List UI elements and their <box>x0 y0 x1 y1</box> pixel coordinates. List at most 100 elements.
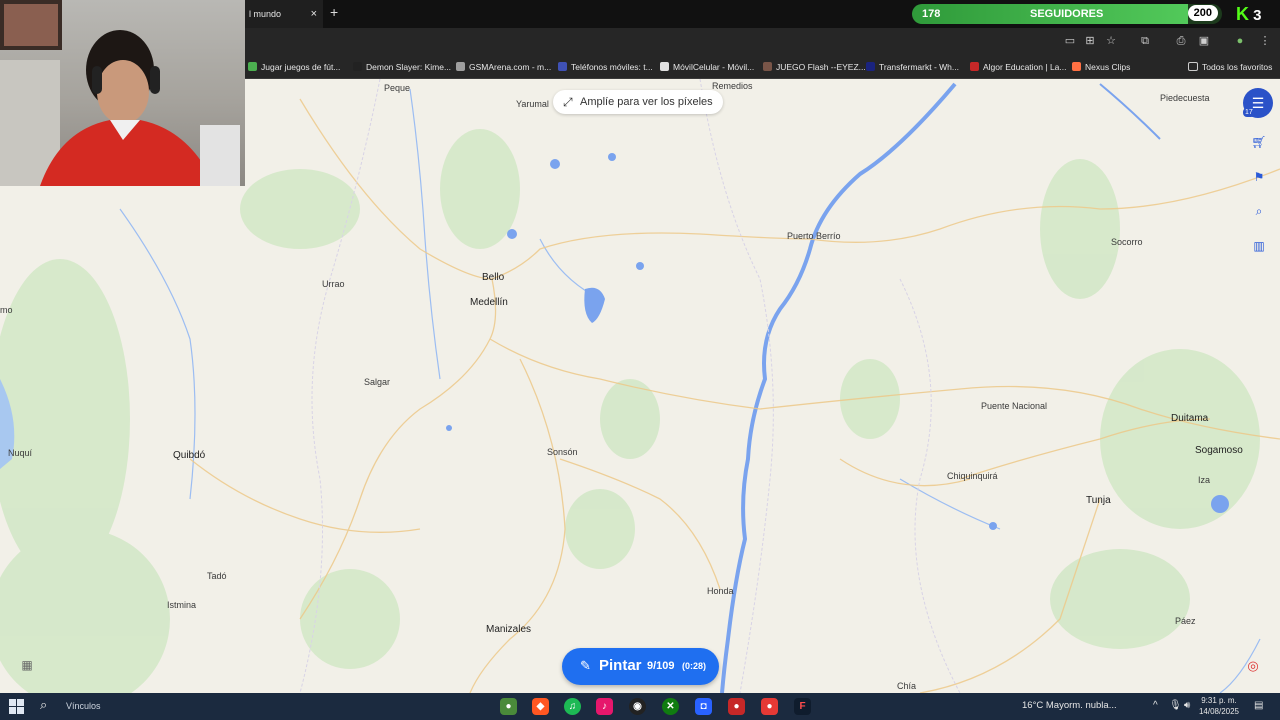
leaderboard-icon[interactable]: ▥ <box>1250 237 1268 255</box>
browser-tab[interactable]: l mundo × <box>245 0 323 28</box>
city-label: Quibdó <box>173 450 206 461</box>
bookmark-favicon-icon <box>970 62 979 71</box>
search-location-icon[interactable]: ⌕ <box>1250 202 1268 220</box>
city-label: mo <box>0 305 13 315</box>
print-icon[interactable]: ⎙ <box>1174 34 1188 48</box>
bookmark-label: Demon Slayer: Kime... <box>366 62 452 72</box>
bookmark-label: Teléfonos móviles: t... <box>571 62 653 72</box>
followers-goal: 200 <box>1187 5 1218 21</box>
weather-widget[interactable]: 16°C Mayorm. nubla... <box>1022 700 1117 711</box>
city-label: Sonsón <box>547 447 578 457</box>
spotify-taskbar-icon[interactable]: ♫ <box>564 698 581 715</box>
tab-close-icon[interactable]: × <box>311 0 317 28</box>
zoom-hint-banner[interactable]: ⤢ Amplíe para ver los píxeles <box>553 90 723 114</box>
bookmark-label: GSMArena.com - m... <box>469 62 552 72</box>
webcam-overlay <box>0 0 245 186</box>
city-label: Urrao <box>322 279 345 289</box>
app-taskbar-icon[interactable]: ◘ <box>695 698 712 715</box>
city-label: Istmina <box>167 600 197 610</box>
new-tab-button[interactable]: + <box>330 4 338 20</box>
bookmark-label: JUEGO Flash --EYEZ... <box>776 62 866 72</box>
city-label: Tunja <box>1086 495 1111 506</box>
bookmark-item[interactable]: JUEGO Flash --EYEZ... <box>763 56 866 78</box>
profile-avatar[interactable]: ● <box>1233 34 1247 48</box>
tiktok-taskbar-icon[interactable]: ♪ <box>596 698 613 715</box>
webcam-image <box>0 0 240 186</box>
city-label: Páez <box>1175 616 1196 626</box>
cast-icon[interactable]: ▭ <box>1063 34 1077 48</box>
bookmark-item[interactable]: GSMArena.com - m... <box>456 56 551 78</box>
bookmark-favicon-icon <box>456 62 465 71</box>
paint-timer: (0:28) <box>682 661 707 671</box>
city-label: Sogamoso <box>1195 445 1243 456</box>
bookmark-favicon-icon <box>660 62 669 71</box>
speaker-icon[interactable]: 🔊︎ <box>1184 700 1190 711</box>
app-f-taskbar-icon[interactable]: F <box>794 698 811 715</box>
bookmark-favicon-icon <box>763 62 772 71</box>
bookmark-star-icon[interactable]: ☆ <box>1104 34 1118 48</box>
followers-current: 178 <box>922 8 941 20</box>
bookmark-item[interactable]: Teléfonos móviles: t... <box>558 56 653 78</box>
obs-taskbar-icon[interactable]: ◉ <box>629 698 646 715</box>
taskbar-search-label[interactable]: Vínculos <box>66 701 101 711</box>
city-label: Medellín <box>470 297 508 308</box>
grid-toggle-icon[interactable]: ▦ <box>18 658 36 676</box>
zoom-icon: ⤢ <box>563 95 573 109</box>
kick-count: 3 <box>1253 7 1262 24</box>
zoom-hint-text: Amplíe para ver los píxeles <box>580 96 713 108</box>
bookmark-favicon-icon <box>866 62 875 71</box>
windows-start-icon[interactable] <box>9 699 24 714</box>
tab-title: l mundo <box>249 9 282 19</box>
bookmark-item[interactable]: Algor Education | La... <box>970 56 1066 78</box>
bookmark-item[interactable]: Demon Slayer: Kime... <box>353 56 451 78</box>
city-label: Piedecuesta <box>1160 93 1210 103</box>
taskbar-clock[interactable]: 9:31 p. m. 14/08/2025 <box>1198 695 1240 717</box>
microphone-icon[interactable]: 🎙︎ <box>1169 700 1182 711</box>
bookmark-label: Jugar juegos de fút... <box>261 62 341 72</box>
store-cart-icon[interactable]: 🛒︎ <box>1250 133 1268 151</box>
kick-counter: K 3 <box>1236 4 1276 24</box>
bookmark-label: MóvilCelular - Móvil... <box>673 62 755 72</box>
taskbar-search-icon[interactable]: ⌕ <box>40 697 47 713</box>
paint-button[interactable]: ✎ Pintar 9/109 (0:28) <box>562 648 719 685</box>
browser-toolbar: ▭ ⊞ ☆ ⧉ ⎙ ▣ ● ⋮ <box>245 28 1280 56</box>
notification-icon[interactable]: ▤ <box>1254 700 1263 711</box>
screenshot-icon[interactable]: ▣ <box>1197 34 1211 48</box>
city-label: Puente Nacional <box>981 401 1048 411</box>
chrome-taskbar-icon[interactable]: ● <box>500 698 517 715</box>
all-bookmarks-label: Todos los favoritos <box>1202 62 1273 72</box>
city-label: Nuquí <box>8 448 33 458</box>
folder-icon <box>1188 62 1198 71</box>
bookmark-item[interactable]: Transfermarkt - Wh... <box>866 56 959 78</box>
extensions-icon[interactable]: ⧉ <box>1138 34 1152 48</box>
translate-icon[interactable]: ⊞ <box>1083 34 1097 48</box>
all-bookmarks[interactable]: Todos los favoritos <box>1188 56 1272 78</box>
city-label: Honda <box>707 586 734 596</box>
followers-goal-bar: 178 SEGUIDORES 200 <box>912 4 1222 24</box>
clock-date: 14/08/2025 <box>1198 707 1240 716</box>
city-label: Manizales <box>486 624 532 635</box>
my-location-icon[interactable]: ◎ <box>1244 658 1262 676</box>
alliance-icon[interactable]: ⚑ <box>1250 168 1268 186</box>
bookmark-label: Transfermarkt - Wh... <box>879 62 959 72</box>
bookmark-item[interactable]: MóvilCelular - Móvil... <box>660 56 754 78</box>
brush-icon: ✎ <box>580 658 591 673</box>
brave-taskbar-icon[interactable]: ◆ <box>532 698 549 715</box>
chrome-alt-taskbar-icon[interactable]: ● <box>761 698 778 715</box>
bookmarks-bar: Jugar juegos de fút... Demon Slayer: Kime… <box>245 56 1280 79</box>
city-label: Tadó <box>207 571 227 581</box>
menu-icon[interactable]: ⋮ <box>1258 34 1272 48</box>
bookmark-item[interactable]: Jugar juegos de fút... <box>248 56 340 78</box>
bookmark-label: Nexus Clips <box>1085 62 1131 72</box>
tray-chevron-icon[interactable]: ^ <box>1153 700 1158 711</box>
chrome-profile-taskbar-icon[interactable]: ● <box>728 698 745 715</box>
city-label: Duitama <box>1171 413 1209 424</box>
xbox-taskbar-icon[interactable]: ✕ <box>662 698 679 715</box>
city-label: Iza <box>1198 475 1211 485</box>
bookmark-item[interactable]: Nexus Clips <box>1072 56 1130 78</box>
paint-charges: 9/109 <box>647 660 675 672</box>
windows-taskbar: ⌕ Vínculos ● ◆ ♫ ♪ ◉ ✕ ◘ ● ● F 16°C Mayo… <box>0 693 1280 720</box>
city-label: Remedios <box>712 81 753 91</box>
wplace-logo-icon[interactable]: ☰ 17 <box>1243 88 1273 118</box>
city-label: Puerto Berrío <box>787 231 841 241</box>
